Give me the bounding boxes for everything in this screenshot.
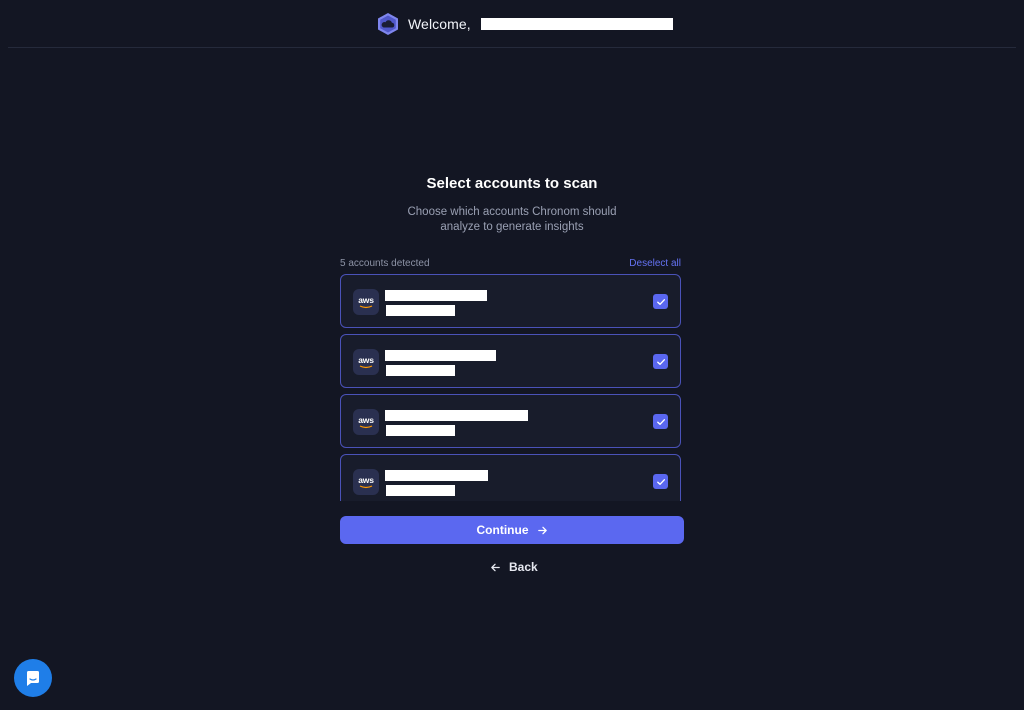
arrow-left-icon xyxy=(491,563,500,571)
account-card[interactable]: aws xyxy=(340,454,681,501)
back-button[interactable]: Back xyxy=(490,559,538,575)
account-name-redacted xyxy=(385,410,528,421)
aws-label: aws xyxy=(358,474,374,485)
aws-icon: aws xyxy=(353,289,379,315)
account-checkbox[interactable] xyxy=(653,414,668,429)
account-checkbox[interactable] xyxy=(653,474,668,489)
account-list[interactable]: aws aws aws aws xyxy=(340,274,681,501)
brand: Welcome, xyxy=(376,11,673,37)
aws-icon: aws xyxy=(353,349,379,375)
check-icon xyxy=(656,298,665,305)
deselect-all-link[interactable]: Deselect all xyxy=(629,258,681,269)
aws-icon: aws xyxy=(353,409,379,435)
account-card[interactable]: aws xyxy=(340,394,681,448)
accounts-detected-count: 5 accounts detected xyxy=(340,257,430,269)
aws-icon: aws xyxy=(353,469,379,495)
account-name-redacted xyxy=(385,470,488,481)
aws-smile-icon xyxy=(359,364,373,368)
header-divider xyxy=(8,47,1016,48)
check-icon xyxy=(656,358,665,365)
chat-launcher-button[interactable] xyxy=(14,659,52,697)
account-checkbox[interactable] xyxy=(653,354,668,369)
aws-smile-icon xyxy=(359,304,373,308)
aws-label: aws xyxy=(358,294,374,305)
aws-smile-icon xyxy=(359,484,373,488)
aws-label: aws xyxy=(358,354,374,365)
account-list-header: 5 accounts detected Deselect all xyxy=(340,256,681,270)
account-name-redacted xyxy=(385,290,487,301)
page-title: Select accounts to scan xyxy=(426,175,598,192)
user-email-redacted xyxy=(480,18,673,30)
continue-button[interactable]: Continue xyxy=(340,516,684,544)
welcome-label: Welcome, xyxy=(408,16,471,32)
chronom-logo-icon xyxy=(378,13,398,35)
top-bar: Welcome, xyxy=(0,0,1024,48)
arrow-right-icon xyxy=(537,526,547,534)
back-label: Back xyxy=(509,560,538,574)
account-id-redacted xyxy=(386,365,455,376)
account-card[interactable]: aws xyxy=(340,334,681,388)
account-checkbox[interactable] xyxy=(653,294,668,309)
account-name-redacted xyxy=(385,350,496,361)
account-id-redacted xyxy=(386,425,455,436)
account-id-redacted xyxy=(386,305,455,316)
aws-label: aws xyxy=(358,414,374,425)
aws-smile-icon xyxy=(359,424,373,428)
chat-bubble-icon xyxy=(27,671,39,686)
check-icon xyxy=(656,418,665,425)
continue-label: Continue xyxy=(476,523,529,537)
page-subtitle: Choose which accounts Chronom should ana… xyxy=(407,206,617,233)
check-icon xyxy=(656,478,665,485)
account-id-redacted xyxy=(386,485,455,496)
account-card[interactable]: aws xyxy=(340,274,681,328)
